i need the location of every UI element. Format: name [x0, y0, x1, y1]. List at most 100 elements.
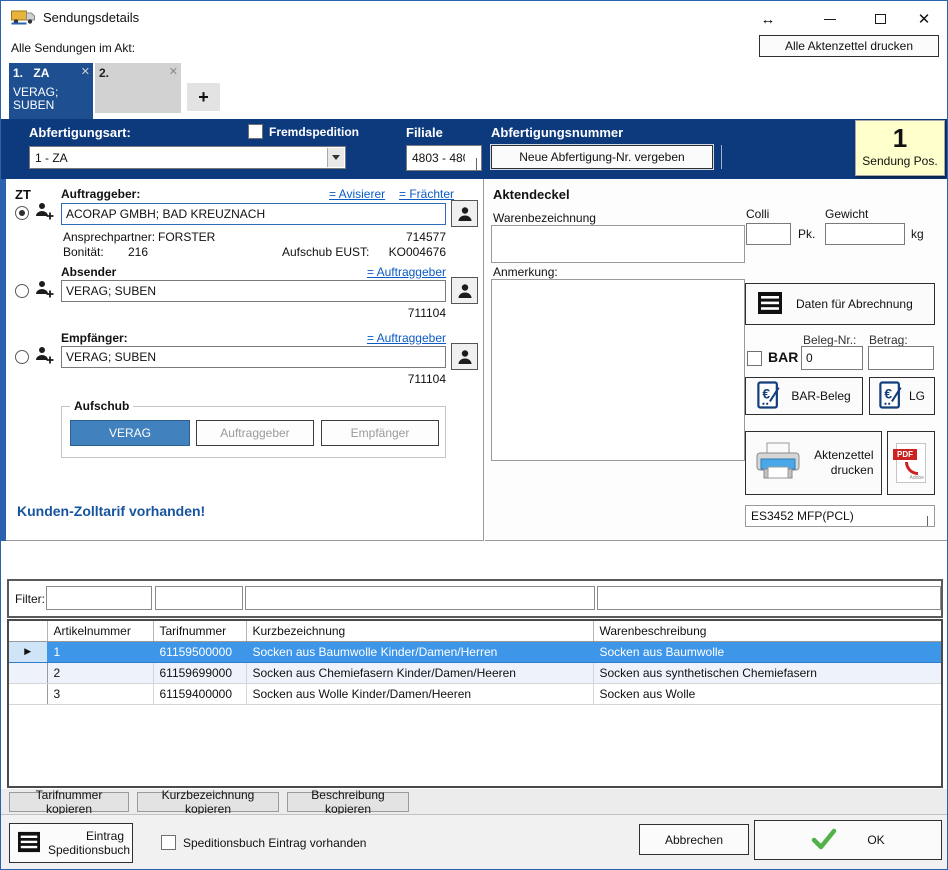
auftraggeber-radio[interactable]	[15, 206, 29, 220]
grid-header-kurzbezeichnung[interactable]: Kurzbezeichnung	[246, 621, 593, 641]
avisierer-link[interactable]: = Avisierer	[329, 187, 385, 201]
truck-icon	[11, 9, 37, 28]
fraechter-link[interactable]: = Frächter	[399, 187, 454, 201]
aufschub-option-verag[interactable]: VERAG	[70, 420, 190, 446]
bar-checkbox[interactable]	[747, 351, 762, 366]
empfaenger-radio[interactable]	[15, 350, 29, 364]
filiale-label: Filiale	[406, 125, 443, 140]
button-label: Daten für Abrechnung	[796, 297, 913, 311]
copy-tarifnummer-button[interactable]: Tarifnummer kopieren	[9, 792, 129, 812]
bar-beleg-button[interactable]: € BAR-Beleg	[745, 377, 863, 415]
cell-warenbeschreibung: Socken aus synthetischen Chemiefasern	[593, 662, 941, 683]
chevron-down-icon[interactable]	[327, 148, 344, 167]
printer-value: ES3452 MFP(PCL)	[751, 509, 854, 523]
window-title: Sendungsdetails	[43, 10, 139, 25]
minimize-button[interactable]	[813, 7, 847, 31]
pdf-button[interactable]: PDF Adobe	[887, 431, 935, 495]
filter-input-tarifnummer[interactable]	[155, 586, 243, 610]
table-row[interactable]: ▶161159500000Socken aus Baumwolle Kinder…	[9, 641, 941, 662]
print-all-aktenzettel-button[interactable]: Alle Aktenzettel drucken	[759, 35, 939, 57]
absender-radio[interactable]	[15, 284, 29, 298]
anmerkung-textarea[interactable]	[491, 279, 745, 461]
filter-input-artikelnummer[interactable]	[46, 586, 152, 610]
aufschub-option-auftraggeber[interactable]: Auftraggeber	[196, 420, 314, 446]
printer-select[interactable]: ES3452 MFP(PCL)	[745, 505, 935, 527]
lg-button[interactable]: € LG	[869, 377, 935, 415]
empfaenger-number: 711104	[346, 372, 446, 386]
absender-auftraggeber-link[interactable]: = Auftraggeber	[361, 265, 446, 279]
grid-header-gutter	[9, 621, 47, 641]
grid-header-warenbeschreibung[interactable]: Warenbeschreibung	[593, 621, 941, 641]
grid-body: ▶161159500000Socken aus Baumwolle Kinder…	[9, 641, 941, 704]
row-gutter-cell	[9, 683, 47, 704]
shipment-tab-1[interactable]: 1. ZA ✕ VERAG; SUBEN	[9, 63, 93, 119]
grid-header-artikelnummer[interactable]: Artikelnummer	[47, 621, 153, 641]
neue-abfertigungsnummer-button[interactable]: Neue Abfertigung-Nr. vergeben	[491, 145, 713, 169]
add-person-icon[interactable]	[34, 279, 56, 302]
person-lookup-button[interactable]	[451, 343, 478, 370]
ok-button[interactable]: OK	[754, 820, 942, 860]
articles-grid: Artikelnummer Tarifnummer Kurzbezeichnun…	[7, 619, 943, 788]
person-lookup-button[interactable]	[451, 277, 478, 304]
tab-close-icon[interactable]: ✕	[81, 65, 90, 78]
cell-kurzbezeichnung: Socken aus Chemiefasern Kinder/Damen/Hee…	[246, 662, 593, 683]
aktendeckel-title: Aktendeckel	[493, 187, 570, 202]
fremdspedition-checkbox[interactable]	[248, 124, 263, 139]
aufschub-option-empfaenger[interactable]: Empfänger	[321, 420, 439, 446]
betrag-input[interactable]	[868, 346, 934, 370]
shipment-tab-2[interactable]: 2. ✕	[95, 63, 181, 113]
gewicht-input[interactable]	[825, 223, 905, 245]
abfertigungsart-select[interactable]: 1 - ZA	[29, 146, 346, 169]
pdf-icon-label: PDF	[893, 449, 917, 460]
grid-header-tarifnummer[interactable]: Tarifnummer	[153, 621, 246, 641]
absender-number: 711104	[346, 306, 446, 320]
cell-tarifnummer: 61159699000	[153, 662, 246, 683]
filiale-select[interactable]: 4803 - 480	[406, 145, 482, 171]
check-icon	[811, 828, 837, 853]
button-label: BAR-Beleg	[791, 389, 850, 403]
colli-input[interactable]	[746, 223, 791, 245]
filter-input-warenbeschreibung[interactable]	[597, 586, 941, 610]
add-shipment-tab-button[interactable]: +	[187, 83, 220, 111]
close-button[interactable]: ✕	[907, 7, 941, 31]
person-lookup-button[interactable]	[451, 200, 478, 227]
table-row[interactable]: 361159400000Socken aus Wolle Kinder/Dame…	[9, 683, 941, 704]
cell-tarifnummer: 61159400000	[153, 683, 246, 704]
aktenzettel-drucken-button[interactable]: Aktenzettel drucken	[745, 431, 882, 495]
speditionsbuch-checkbox[interactable]	[161, 835, 176, 850]
copy-beschreibung-button[interactable]: Beschreibung kopieren	[287, 792, 409, 812]
beleg-nr-input[interactable]	[801, 346, 863, 370]
pdf-icon-sub: Adobe	[910, 475, 924, 481]
add-person-icon[interactable]	[34, 345, 56, 368]
cell-warenbeschreibung: Socken aus Wolle	[593, 683, 941, 704]
auftraggeber-input[interactable]	[61, 203, 446, 225]
copy-kurzbezeichnung-button[interactable]: Kurzbezeichnung kopieren	[137, 792, 279, 812]
button-label: Eintrag Speditionsbuch	[48, 829, 124, 857]
empfaenger-auftraggeber-link[interactable]: = Auftraggeber	[361, 331, 446, 345]
empfaenger-label: Empfänger:	[61, 331, 128, 345]
pk-label: Pk.	[798, 227, 815, 241]
ansprechpartner-label: Ansprechpartner:	[63, 230, 155, 244]
empfaenger-input[interactable]	[61, 346, 446, 368]
cell-artikelnummer: 2	[47, 662, 153, 683]
beleg-nr-label: Beleg-Nr.:	[803, 333, 856, 347]
daten-fuer-abrechnung-button[interactable]: Daten für Abrechnung	[745, 283, 935, 325]
abfertigungsart-value: 1 - ZA	[35, 151, 68, 165]
add-person-icon[interactable]	[34, 201, 56, 224]
absender-input[interactable]	[61, 280, 446, 302]
table-row[interactable]: 261159699000Socken aus Chemiefasern Kind…	[9, 662, 941, 683]
eintrag-speditionsbuch-button[interactable]: Eintrag Speditionsbuch	[9, 823, 133, 863]
aktendeckel-panel: Aktendeckel Warenbezeichnung Colli Pk. G…	[485, 179, 948, 541]
cancel-button[interactable]: Abbrechen	[639, 824, 749, 855]
bar-label: BAR	[768, 349, 798, 365]
colli-label: Colli	[746, 207, 769, 221]
filter-input-kurzbezeichnung[interactable]	[245, 586, 595, 610]
warenbezeichnung-textarea[interactable]	[491, 225, 745, 263]
resize-icon[interactable]: ↔	[751, 7, 785, 31]
grid-header-row: Artikelnummer Tarifnummer Kurzbezeichnun…	[9, 621, 941, 641]
cell-kurzbezeichnung: Socken aus Wolle Kinder/Damen/Heeren	[246, 683, 593, 704]
maximize-button[interactable]	[863, 7, 897, 31]
bonitaet-value: 216	[128, 245, 148, 259]
speditionsbuch-checkbox-label: Speditionsbuch Eintrag vorhanden	[183, 836, 366, 850]
tab-close-icon[interactable]: ✕	[169, 65, 178, 78]
